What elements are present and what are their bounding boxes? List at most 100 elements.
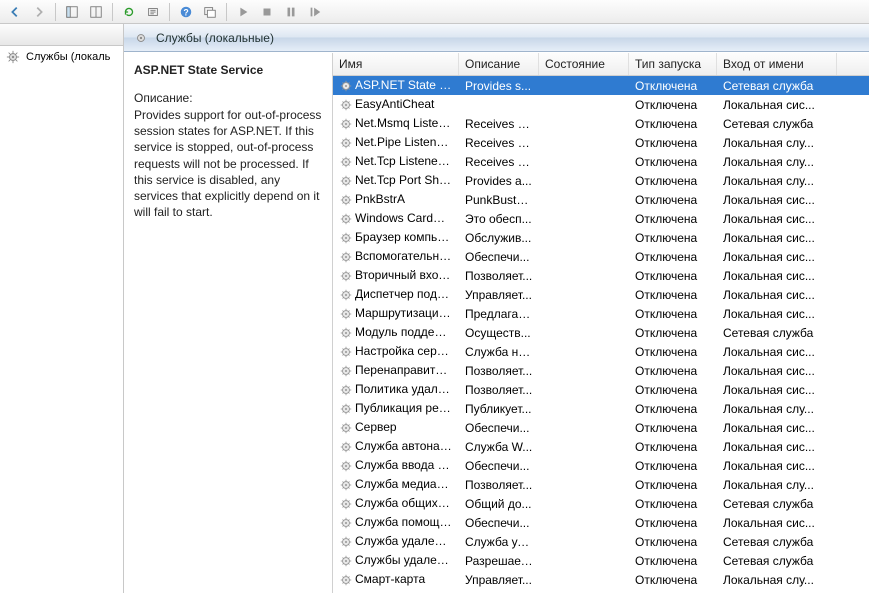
cell-logon: Локальная сис... xyxy=(717,364,837,378)
service-row[interactable]: Публикация ресу...Публикует...ОтключенаЛ… xyxy=(333,399,869,418)
cell-desc: Обеспечи... xyxy=(459,459,539,473)
service-row[interactable]: Служба помощн...Обеспечи...ОтключенаЛока… xyxy=(333,513,869,532)
service-row[interactable]: PnkBstrAPunkBuste...ОтключенаЛокальная с… xyxy=(333,190,869,209)
cell-desc: Общий до... xyxy=(459,497,539,511)
col-logon[interactable]: Вход от имени xyxy=(717,53,837,75)
service-row[interactable]: Маршрутизация ...Предлагае...ОтключенаЛо… xyxy=(333,304,869,323)
cell-desc: Provides s... xyxy=(459,79,539,93)
stop-button[interactable] xyxy=(256,2,278,22)
service-row[interactable]: ASP.NET State Ser...Provides s...Отключе… xyxy=(333,76,869,95)
cell-name: Службы удаленн... xyxy=(333,553,459,568)
panel-button[interactable] xyxy=(61,2,83,22)
service-row[interactable]: Браузер компьют...Обслужив...ОтключенаЛо… xyxy=(333,228,869,247)
service-row[interactable]: СерверОбеспечи...ОтключенаЛокальная сис.… xyxy=(333,418,869,437)
service-row[interactable]: Служба автонаст...Служба W...ОтключенаЛо… xyxy=(333,437,869,456)
restart-button[interactable] xyxy=(304,2,326,22)
cell-name: Служба общих с... xyxy=(333,496,459,511)
cell-name: Служба автонаст... xyxy=(333,439,459,454)
cell-start: Отключена xyxy=(629,250,717,264)
start-button[interactable] xyxy=(232,2,254,22)
cell-name: ASP.NET State Ser... xyxy=(333,78,459,93)
column-headers: Имя Описание Состояние Тип запуска Вход … xyxy=(333,53,869,76)
cell-desc: Обеспечи... xyxy=(459,516,539,530)
cell-logon: Локальная сис... xyxy=(717,421,837,435)
service-row[interactable]: Политика удален...Позволяет...ОтключенаЛ… xyxy=(333,380,869,399)
cell-logon: Локальная сис... xyxy=(717,193,837,207)
cell-logon: Сетевая служба xyxy=(717,117,837,131)
cell-desc: Предлагае... xyxy=(459,307,539,321)
help-button[interactable]: ? xyxy=(175,2,197,22)
svg-text:?: ? xyxy=(183,7,188,17)
service-row[interactable]: Net.Pipe Listener ...Receives a...Отключ… xyxy=(333,133,869,152)
cell-name: Настройка серве... xyxy=(333,344,459,359)
cell-desc: Служба уд... xyxy=(459,535,539,549)
cell-desc: Разрешает... xyxy=(459,554,539,568)
cell-desc: Управляет... xyxy=(459,573,539,587)
selected-service-title: ASP.NET State Service xyxy=(134,63,322,77)
tree-node-services[interactable]: Службы (локаль xyxy=(0,46,123,68)
col-state[interactable]: Состояние xyxy=(539,53,629,75)
services-list[interactable]: ASP.NET State Ser...Provides s... Отключе… xyxy=(333,76,869,593)
cell-desc: Публикует... xyxy=(459,402,539,416)
col-description[interactable]: Описание xyxy=(459,53,539,75)
service-row[interactable]: EasyAntiCheatОтключенаЛокальная сис... xyxy=(333,95,869,114)
cell-logon: Локальная слу... xyxy=(717,478,837,492)
cell-desc: Позволяет... xyxy=(459,269,539,283)
service-row[interactable]: Перенаправител...Позволяет...ОтключенаЛо… xyxy=(333,361,869,380)
cell-name: Браузер компьют... xyxy=(333,230,459,245)
service-row[interactable]: Диспетчер подкл...Управляет...ОтключенаЛ… xyxy=(333,285,869,304)
cell-logon: Локальная сис... xyxy=(717,231,837,245)
back-button[interactable] xyxy=(4,2,26,22)
cell-name: Windows CardSpa... xyxy=(333,211,459,226)
service-row[interactable]: Вспомогательная...Обеспечи...ОтключенаЛо… xyxy=(333,247,869,266)
service-row[interactable]: Net.Msmq Listene...Receives a...Отключен… xyxy=(333,114,869,133)
cell-desc: Обеспечи... xyxy=(459,421,539,435)
col-startup[interactable]: Тип запуска xyxy=(629,53,717,75)
service-row[interactable]: Net.Tcp Listener A...Receives a...Отключ… xyxy=(333,152,869,171)
service-row[interactable]: Windows CardSpa...Это обесп...ОтключенаЛ… xyxy=(333,209,869,228)
service-row[interactable]: Службы удаленн...Разрешает...ОтключенаСе… xyxy=(333,551,869,570)
cell-name: Net.Pipe Listener ... xyxy=(333,135,459,150)
cell-logon: Локальная слу... xyxy=(717,136,837,150)
service-row[interactable]: Смарт-картаУправляет...ОтключенаЛокальна… xyxy=(333,570,869,589)
left-tree-pane: Службы (локаль xyxy=(0,24,124,593)
service-row[interactable]: Модуль поддерж...Осуществ...ОтключенаСет… xyxy=(333,323,869,342)
window-button[interactable] xyxy=(199,2,221,22)
col-name[interactable]: Имя xyxy=(333,53,459,75)
service-row[interactable]: Служба медиапр...Позволяет...ОтключенаЛо… xyxy=(333,475,869,494)
description-pane: ASP.NET State Service Описание: Provides… xyxy=(124,53,333,593)
service-row[interactable]: Настройка серве...Служба на...ОтключенаЛ… xyxy=(333,342,869,361)
cell-start: Отключена xyxy=(629,212,717,226)
cell-start: Отключена xyxy=(629,117,717,131)
right-title-bar: Службы (локальные) xyxy=(124,24,869,52)
description-text: Provides support for out-of-process sess… xyxy=(134,107,322,220)
pause-button[interactable] xyxy=(280,2,302,22)
cell-desc: Позволяет... xyxy=(459,383,539,397)
cell-start: Отключена xyxy=(629,136,717,150)
cell-name: Маршрутизация ... xyxy=(333,306,459,321)
service-row[interactable]: Служба ввода пл...Обеспечи...ОтключенаЛо… xyxy=(333,456,869,475)
cell-desc: Обслужив... xyxy=(459,231,539,245)
service-row[interactable]: Вторичный вход ...Позволяет...ОтключенаЛ… xyxy=(333,266,869,285)
cell-start: Отключена xyxy=(629,535,717,549)
export-button[interactable] xyxy=(142,2,164,22)
toolbar: ? xyxy=(0,0,869,24)
cell-logon: Локальная сис... xyxy=(717,288,837,302)
service-row[interactable]: Служба удаленн...Служба уд...ОтключенаСе… xyxy=(333,532,869,551)
cell-name: Net.Tcp Port Shari... xyxy=(333,173,459,188)
cell-desc: Позволяет... xyxy=(459,478,539,492)
refresh-button[interactable] xyxy=(118,2,140,22)
cell-logon: Локальная слу... xyxy=(717,402,837,416)
cell-start: Отключена xyxy=(629,98,717,112)
cell-desc: Provides a... xyxy=(459,174,539,188)
forward-button[interactable] xyxy=(28,2,50,22)
panel2-button[interactable] xyxy=(85,2,107,22)
separator xyxy=(169,3,170,21)
cell-logon: Сетевая служба xyxy=(717,326,837,340)
service-row[interactable]: Служба общих с...Общий до...ОтключенаСет… xyxy=(333,494,869,513)
service-row[interactable]: Net.Tcp Port Shari...Provides a...Отключ… xyxy=(333,171,869,190)
cell-logon: Локальная слу... xyxy=(717,174,837,188)
cell-start: Отключена xyxy=(629,288,717,302)
cell-start: Отключена xyxy=(629,383,717,397)
cell-start: Отключена xyxy=(629,440,717,454)
